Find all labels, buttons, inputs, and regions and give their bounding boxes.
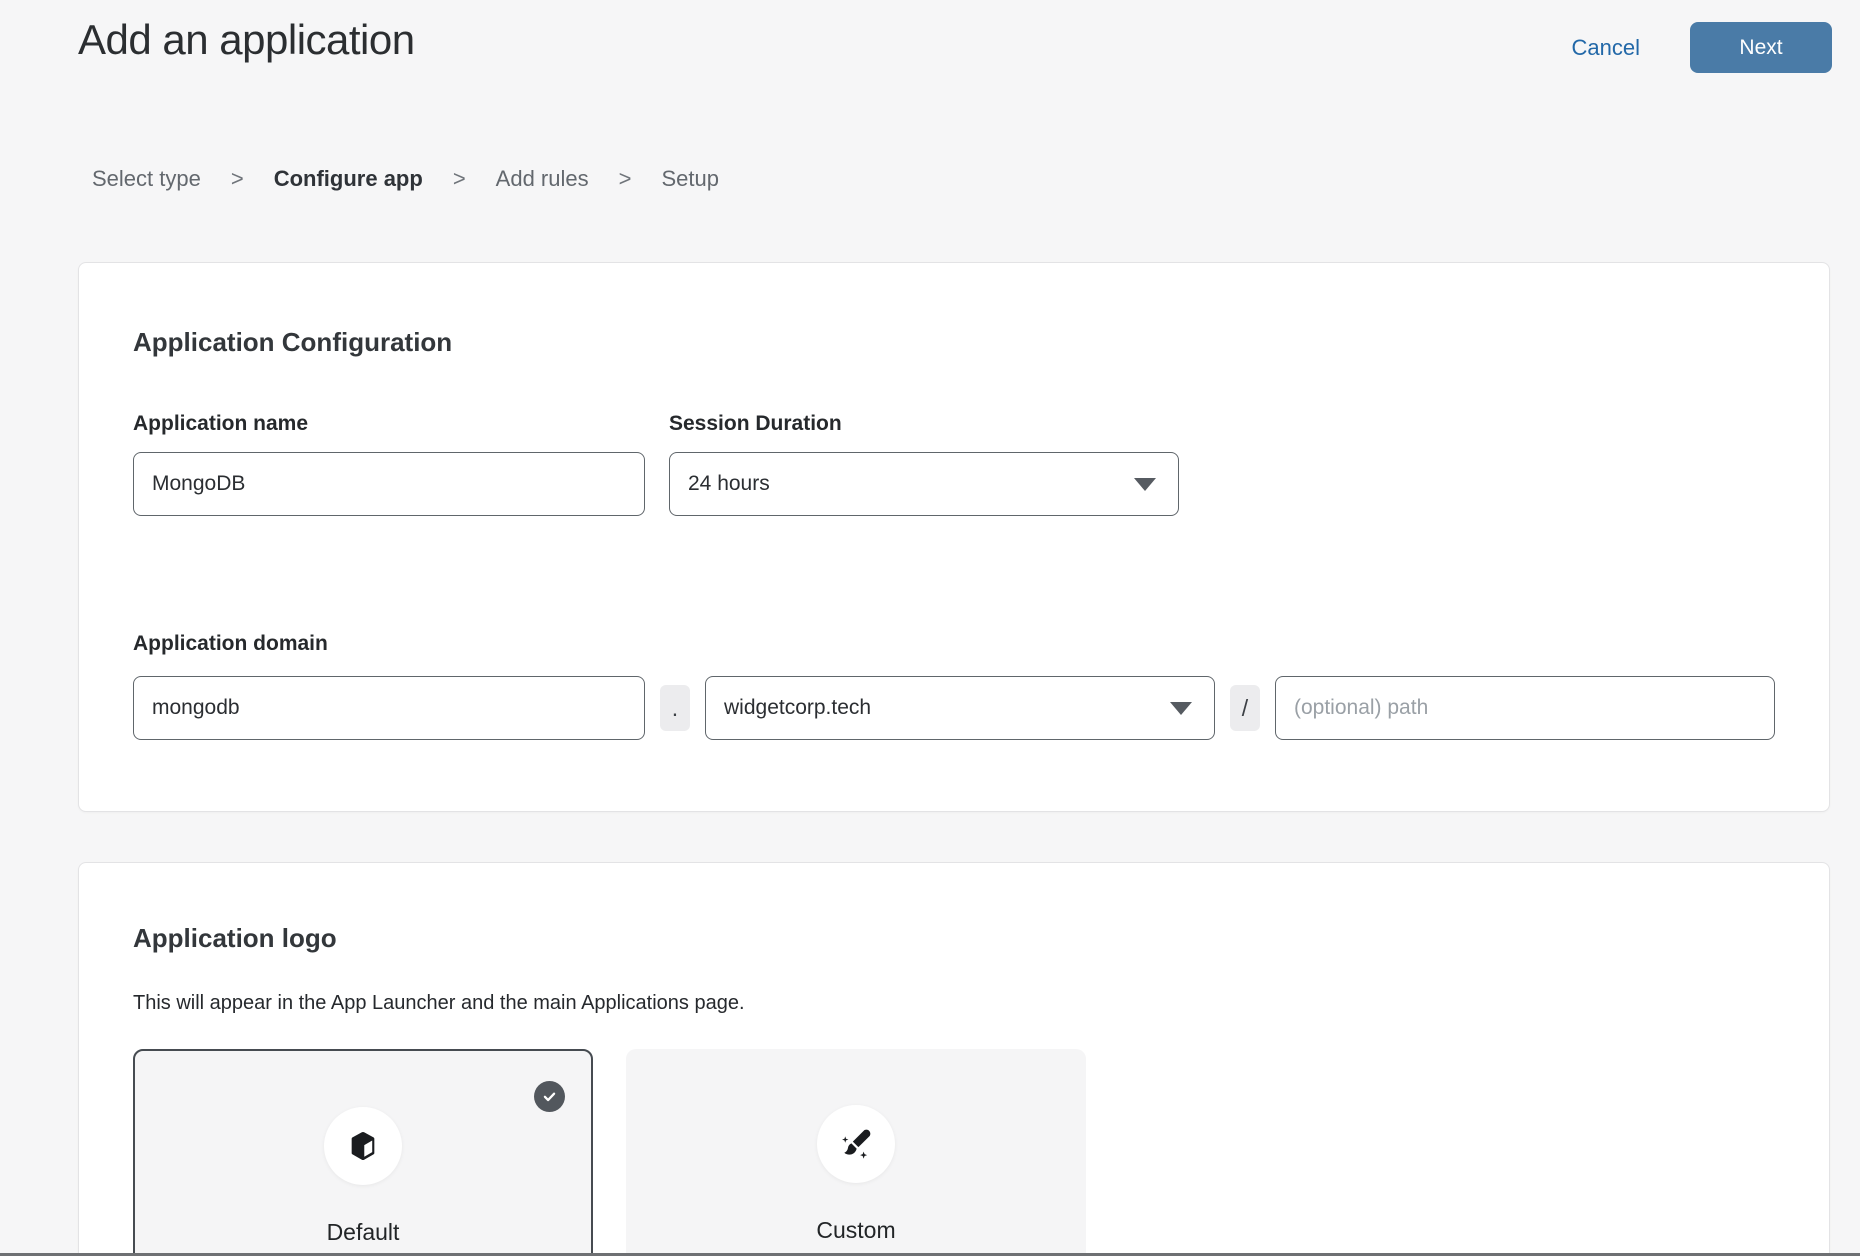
application-domain-row: . widgetcorp.tech / xyxy=(133,676,1775,740)
step-configure-app[interactable]: Configure app xyxy=(274,166,423,192)
application-domain-label: Application domain xyxy=(133,632,1775,656)
chevron-down-icon xyxy=(1170,702,1192,715)
next-button[interactable]: Next xyxy=(1690,22,1832,73)
session-duration-field-group: Session Duration 24 hours xyxy=(669,412,1179,516)
name-duration-row: Application name Session Duration 24 hou… xyxy=(133,412,1775,516)
path-input[interactable] xyxy=(1275,676,1775,740)
application-name-input[interactable] xyxy=(133,452,645,516)
breadcrumb-separator: > xyxy=(453,166,466,192)
chevron-down-icon xyxy=(1134,478,1156,491)
logo-option-label: Default xyxy=(327,1219,400,1246)
subdomain-input[interactable] xyxy=(133,676,645,740)
logo-option-custom[interactable]: Custom xyxy=(626,1049,1086,1256)
breadcrumb-separator: > xyxy=(231,166,244,192)
paintbrush-icon xyxy=(837,1125,875,1163)
logo-option-default[interactable]: Default xyxy=(133,1049,593,1256)
logo-options: Default Custom xyxy=(133,1049,1775,1256)
logo-option-label: Custom xyxy=(816,1217,895,1244)
page-title: Add an application xyxy=(78,16,415,64)
application-logo-card: Application logo This will appear in the… xyxy=(78,862,1830,1256)
cancel-button[interactable]: Cancel xyxy=(1572,35,1640,61)
application-name-label: Application name xyxy=(133,412,645,436)
default-logo-circle xyxy=(324,1107,402,1185)
logo-heading: Application logo xyxy=(133,923,1775,954)
session-duration-select[interactable]: 24 hours xyxy=(669,452,1179,516)
selected-check-badge xyxy=(534,1081,565,1112)
add-application-page: Add an application Cancel Next Select ty… xyxy=(0,0,1860,1256)
slash-separator: / xyxy=(1230,685,1260,731)
step-select-type[interactable]: Select type xyxy=(92,166,201,192)
step-add-rules[interactable]: Add rules xyxy=(496,166,589,192)
logo-description: This will appear in the App Launcher and… xyxy=(133,992,1775,1015)
step-setup[interactable]: Setup xyxy=(661,166,719,192)
application-name-field-group: Application name xyxy=(133,412,645,516)
configuration-heading: Application Configuration xyxy=(133,327,1775,358)
session-duration-value: 24 hours xyxy=(688,472,770,496)
header-actions: Cancel Next xyxy=(1572,22,1832,73)
check-icon xyxy=(541,1088,558,1105)
dot-separator: . xyxy=(660,685,690,731)
cube-icon xyxy=(346,1129,380,1163)
session-duration-label: Session Duration xyxy=(669,412,1179,436)
application-configuration-card: Application Configuration Application na… xyxy=(78,262,1830,812)
breadcrumb-separator: > xyxy=(619,166,632,192)
domain-select[interactable]: widgetcorp.tech xyxy=(705,676,1215,740)
wizard-breadcrumb: Select type > Configure app > Add rules … xyxy=(92,166,719,192)
custom-logo-circle xyxy=(817,1105,895,1183)
domain-value: widgetcorp.tech xyxy=(724,696,871,720)
